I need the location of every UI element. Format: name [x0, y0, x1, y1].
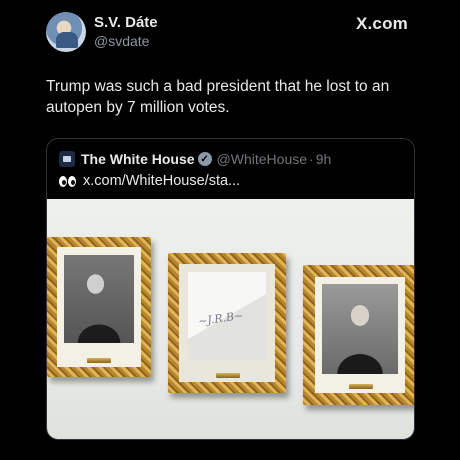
- author-display-name[interactable]: S.V. Dáte: [94, 14, 158, 32]
- portrait-frame-right: [303, 265, 414, 405]
- autopen-signature-frame: [168, 253, 286, 393]
- portrait-photo-left: [64, 255, 134, 343]
- quoted-timestamp[interactable]: 9h: [316, 151, 332, 167]
- quoted-tweet-body: x.com/WhiteHouse/sta...: [59, 171, 402, 191]
- tweet-header: S.V. Dáte @svdate X.com: [46, 12, 414, 56]
- quoted-tweet-photo[interactable]: [47, 199, 414, 439]
- quoted-tweet-header: The White House ✓ @WhiteHouse · 9h: [59, 149, 402, 169]
- frame-plaque: [87, 358, 111, 363]
- x-brand-logo: X.com: [355, 14, 408, 33]
- quoted-tweet-link[interactable]: x.com/WhiteHouse/sta...: [83, 173, 240, 189]
- author-handle[interactable]: @svdate: [94, 32, 158, 50]
- eyes-emoji-icon: [59, 175, 77, 187]
- portrait-photo-right: [322, 284, 398, 374]
- autopen-signature-photo: [188, 272, 266, 360]
- frame-plaque: [216, 373, 240, 378]
- quoted-separator: ·: [309, 151, 314, 167]
- frame-plaque: [349, 384, 373, 389]
- portrait-frame-left: [47, 237, 151, 377]
- tweet-text: Trump was such a bad president that he l…: [46, 78, 390, 116]
- author-avatar[interactable]: [46, 12, 86, 52]
- author-info[interactable]: S.V. Dáte @svdate: [94, 14, 158, 50]
- quoted-display-name[interactable]: The White House: [81, 151, 195, 167]
- white-house-logo-icon: [59, 151, 75, 167]
- verified-badge-icon: ✓: [197, 152, 212, 166]
- quoted-tweet-card[interactable]: The White House ✓ @WhiteHouse · 9h x.com…: [46, 138, 415, 440]
- quoted-handle[interactable]: @WhiteHouse: [217, 151, 307, 167]
